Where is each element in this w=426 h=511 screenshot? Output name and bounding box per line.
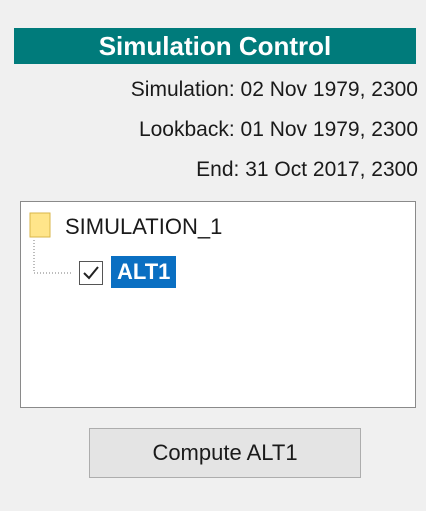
tree-root-label[interactable]: SIMULATION_1 (65, 214, 222, 240)
folder-icon[interactable] (29, 212, 51, 238)
simulation-tree[interactable]: SIMULATION_1 ALT1 (20, 201, 416, 408)
alt1-checkbox[interactable] (79, 261, 103, 285)
end-time: End: 31 Oct 2017, 2300 (196, 158, 418, 181)
tree-item-alt1[interactable]: ALT1 (111, 256, 177, 288)
checkmark-icon (83, 266, 99, 280)
lookback-time: Lookback: 01 Nov 1979, 2300 (138, 118, 418, 141)
simulation-time: Simulation: 02 Nov 1979, 2300 (130, 78, 418, 101)
compute-button[interactable]: Compute ALT1 (89, 428, 361, 478)
simulation-control-panel: Simulation Control Simulation: 02 Nov 19… (0, 0, 426, 511)
panel-title: Simulation Control (14, 28, 416, 64)
tree-connector-line (33, 240, 73, 274)
